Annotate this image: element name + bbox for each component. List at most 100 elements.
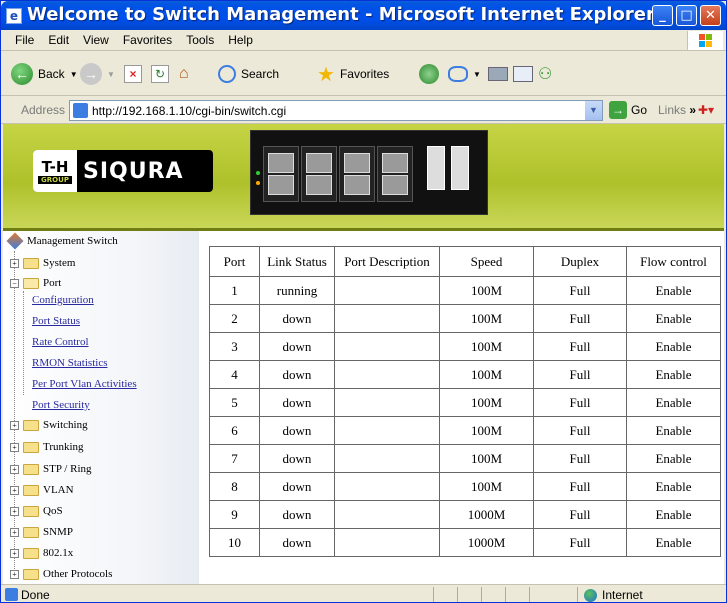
home-button[interactable]: ⌂ [179, 60, 199, 88]
folder-open-icon [23, 277, 39, 289]
address-dropdown-icon[interactable]: ▼ [585, 101, 602, 120]
siqura-logo: T-H GROUP SIQURA [33, 150, 213, 192]
tree-item-802-1x[interactable]: +802.1x [10, 545, 73, 561]
cell-flow-control: Enable [626, 304, 721, 333]
forward-dropdown-icon[interactable]: ▼ [107, 70, 115, 79]
cell-port: 10 [209, 528, 260, 557]
minimize-button[interactable]: _ [652, 5, 673, 26]
cell-speed: 100M [439, 276, 534, 305]
links-label: Links [658, 103, 687, 117]
link-port-status[interactable]: Port Status [32, 315, 80, 327]
toolbar-extra-icon[interactable]: ✚▾ [698, 103, 714, 117]
cell-port: 5 [209, 388, 260, 417]
close-button[interactable]: ✕ [700, 5, 721, 26]
tree-item-system[interactable]: + System [10, 255, 75, 271]
menu-help[interactable]: Help [221, 30, 260, 47]
tree-item-switching[interactable]: + Switching [10, 417, 88, 433]
cell-link-status: down [259, 528, 335, 557]
history-button[interactable] [419, 60, 439, 88]
page-content: T-H GROUP SIQURA Management Switch + Sys… [3, 124, 724, 584]
cell-link-status: running [259, 276, 335, 305]
collapse-icon[interactable]: − [10, 278, 19, 288]
expand-icon[interactable]: + [10, 258, 19, 268]
cell-speed: 100M [439, 388, 534, 417]
port-status-table: Port Link Status Port Description Speed … [209, 246, 721, 557]
table-row: 7 down 100M Full Enable [209, 444, 721, 473]
cell-port: 3 [209, 332, 260, 361]
address-input[interactable]: http://192.168.1.10/cgi-bin/switch.cgi ▼ [69, 100, 603, 121]
link-rmon-statistics[interactable]: RMON Statistics [32, 357, 107, 369]
expand-icon[interactable]: + [10, 464, 19, 474]
cell-port-description [334, 304, 440, 333]
status-text: Done [21, 588, 50, 602]
table-row: 1 running 100M Full Enable [209, 276, 721, 305]
tree-item-vlan[interactable]: + VLAN [10, 482, 74, 498]
cell-port-description [334, 472, 440, 501]
table-row: 6 down 100M Full Enable [209, 416, 721, 445]
cell-duplex: Full [533, 304, 627, 333]
tree-item-stp-ring[interactable]: + STP / Ring [10, 461, 92, 477]
link-port-security[interactable]: Port Security [32, 399, 90, 411]
menu-bar: File Edit View Favorites Tools Help [1, 30, 726, 51]
menu-favorites[interactable]: Favorites [116, 30, 179, 47]
edit-button[interactable] [513, 60, 533, 88]
search-button[interactable]: Search [218, 60, 279, 88]
cell-duplex: Full [533, 332, 627, 361]
col-port: Port [209, 246, 260, 277]
cell-link-status: down [259, 472, 335, 501]
stop-button[interactable]: × [124, 60, 142, 88]
expand-icon[interactable]: + [10, 506, 19, 516]
link-configuration[interactable]: Configuration [32, 294, 94, 306]
menu-view[interactable]: View [76, 30, 116, 47]
mail-button[interactable]: ▼ [448, 60, 481, 88]
tree-root-label: Management Switch [27, 235, 118, 247]
links-button[interactable]: Links » [658, 103, 696, 117]
forward-button[interactable]: → ▼ [80, 60, 115, 88]
cell-flow-control: Enable [626, 332, 721, 361]
refresh-icon: ↻ [151, 65, 169, 83]
tree-root[interactable]: Management Switch [6, 232, 118, 250]
cell-port: 7 [209, 444, 260, 473]
search-label: Search [241, 67, 280, 81]
cell-speed: 100M [439, 332, 534, 361]
link-rate-control[interactable]: Rate Control [32, 336, 89, 348]
menu-file[interactable]: File [1, 30, 41, 47]
address-label: Address [21, 103, 66, 117]
cell-duplex: Full [533, 472, 627, 501]
table-body: 1 running 100M Full Enable 2 down 100M Full Enabl… [209, 276, 721, 557]
tree-item-other-protocols[interactable]: + Other Protocols [10, 566, 112, 582]
expand-icon[interactable]: + [10, 527, 19, 537]
logo-brand-text: SIQURA [83, 158, 184, 184]
cell-port-description [334, 360, 440, 389]
link-per-port-vlan-activities[interactable]: Per Port Vlan Activities [32, 378, 137, 390]
favorites-button[interactable]: ★ Favorites [317, 60, 389, 88]
tree-item-trunking[interactable]: + Trunking [10, 439, 84, 455]
expand-icon[interactable]: + [10, 485, 19, 495]
expand-icon[interactable]: + [10, 548, 19, 558]
cell-flow-control: Enable [626, 276, 721, 305]
logo-group-text: GROUP [38, 176, 72, 184]
back-button[interactable]: ← Back ▼ [11, 60, 78, 88]
expand-icon[interactable]: + [10, 420, 19, 430]
cell-link-status: down [259, 416, 335, 445]
cell-port-description [334, 528, 440, 557]
expand-icon[interactable]: + [10, 442, 19, 452]
back-dropdown-icon[interactable]: ▼ [70, 70, 78, 79]
refresh-button[interactable]: ↻ [151, 60, 169, 88]
col-duplex: Duplex [533, 246, 627, 277]
printer-icon [488, 67, 508, 81]
messenger-button[interactable]: ⚇ [538, 60, 552, 88]
tree-item-snmp[interactable]: + SNMP [10, 524, 73, 540]
go-button[interactable]: → Go [609, 101, 647, 119]
folder-icon [23, 547, 39, 559]
table-row: 3 down 100M Full Enable [209, 332, 721, 361]
maximize-button[interactable]: □ [676, 5, 697, 26]
tree-item-port[interactable]: − Port [10, 275, 61, 291]
menu-edit[interactable]: Edit [41, 30, 76, 47]
home-icon: ⌂ [179, 65, 189, 82]
messenger-icon: ⚇ [538, 66, 553, 83]
expand-icon[interactable]: + [10, 569, 19, 579]
print-button[interactable] [488, 60, 508, 88]
tree-item-qos[interactable]: + QoS [10, 503, 63, 519]
menu-tools[interactable]: Tools [179, 30, 221, 47]
